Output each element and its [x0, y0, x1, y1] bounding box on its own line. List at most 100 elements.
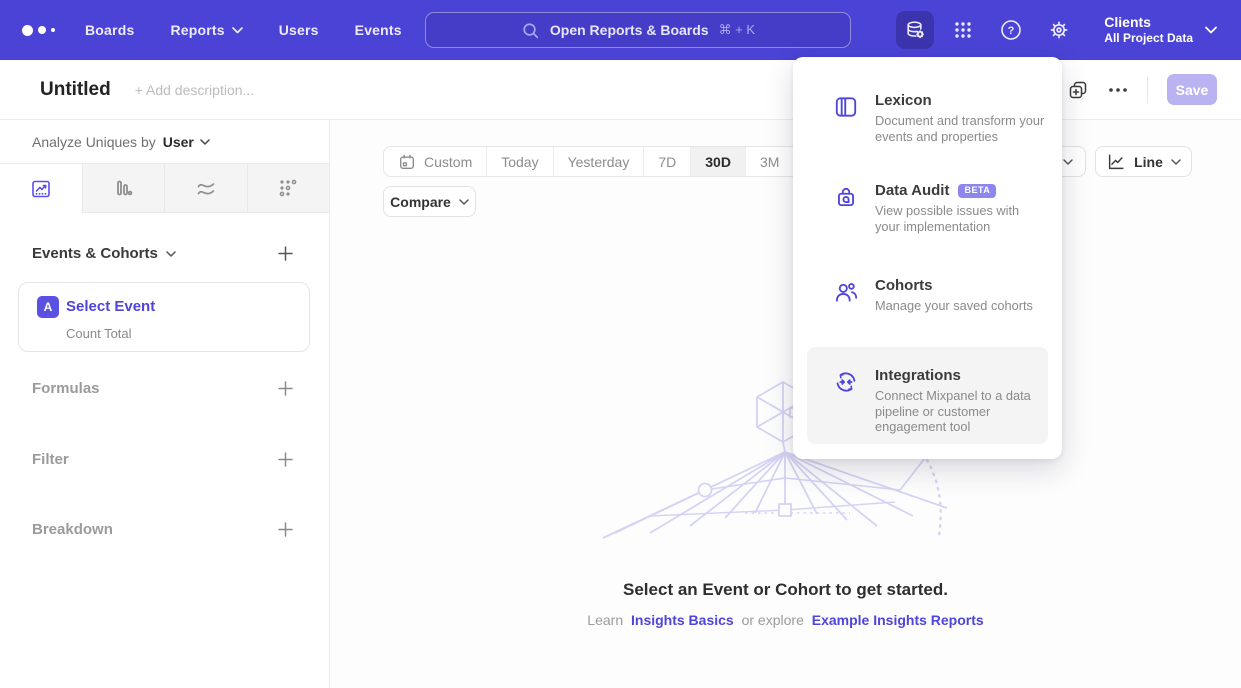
chevron-down-icon — [166, 251, 176, 257]
nav-item-users[interactable]: Users — [279, 22, 319, 38]
empty-state-title: Select an Event or Cohort to get started… — [330, 580, 1241, 600]
analyze-row: Analyze Uniques by User — [0, 120, 329, 164]
count-total-label[interactable]: Count Total — [66, 326, 132, 341]
save-button[interactable]: Save — [1167, 74, 1217, 105]
settings-button[interactable] — [1040, 11, 1078, 49]
nav-links: Boards Reports Users Events — [85, 22, 402, 38]
chevron-down-icon — [1205, 26, 1217, 34]
nav-item-events[interactable]: Events — [355, 22, 402, 38]
cohorts-people-icon — [833, 279, 859, 305]
data-management-button[interactable] — [896, 11, 934, 49]
add-formula-button[interactable] — [278, 381, 293, 396]
database-gear-icon — [903, 18, 927, 42]
menu-item-title: Data Audit BETA — [875, 182, 996, 199]
filter-label: Filter — [32, 451, 69, 468]
plus-icon — [278, 522, 293, 537]
more-ellipsis-icon — [1108, 87, 1128, 93]
menu-item-description: Manage your saved cohorts — [875, 298, 1047, 314]
more-options-button[interactable] — [1108, 87, 1128, 93]
search-icon — [521, 21, 540, 40]
chevron-down-icon — [232, 27, 243, 34]
tab-insights-line[interactable] — [0, 164, 82, 213]
help-icon: ? — [999, 18, 1023, 42]
date-range-7d[interactable]: 7D — [643, 147, 690, 176]
nav-right-cluster: ? Clients All Project Data — [896, 0, 1241, 60]
add-description[interactable]: + Add description... — [135, 82, 254, 98]
add-breakdown-button[interactable] — [278, 522, 293, 537]
calendar-icon — [398, 153, 416, 171]
compare-dropdown[interactable]: Compare — [383, 186, 476, 217]
search-placeholder: Open Reports & Boards — [550, 22, 709, 38]
line-chart-icon — [1106, 152, 1126, 172]
insights-basics-link[interactable]: Insights Basics — [631, 612, 734, 628]
chart-type-dropdown[interactable]: Line — [1095, 146, 1192, 177]
report-title[interactable]: Untitled — [40, 79, 111, 101]
formulas-section: Formulas — [32, 380, 293, 397]
apps-grid-button[interactable] — [944, 11, 982, 49]
search-input[interactable]: Open Reports & Boards ⌘ + K — [425, 12, 851, 48]
analyze-label: Analyze Uniques by — [32, 134, 156, 150]
date-range-today[interactable]: Today — [486, 147, 552, 176]
nav-item-boards[interactable]: Boards — [85, 22, 134, 38]
add-filter-button[interactable] — [278, 452, 293, 467]
query-sidebar: Analyze Uniques by User — [0, 120, 330, 688]
metrics-dots-icon — [277, 177, 299, 199]
chevron-down-icon — [1171, 159, 1181, 165]
empty-state-links: Learn Insights Basics or explore Example… — [330, 612, 1241, 628]
breakdown-label: Breakdown — [32, 521, 113, 538]
learn-prefix: Learn — [587, 612, 623, 628]
data-management-menu: Lexicon Document and transform your even… — [793, 57, 1062, 459]
project-scope: All Project Data — [1104, 31, 1193, 46]
events-cohorts-header: Events & Cohorts — [32, 245, 293, 262]
tab-flow-chart[interactable] — [164, 164, 247, 213]
date-range-custom[interactable]: Custom — [384, 147, 486, 176]
analyze-unit-dropdown[interactable]: User — [163, 134, 210, 150]
menu-item-title: Integrations — [875, 367, 961, 384]
event-series-badge: A — [37, 296, 59, 318]
visualization-tabs — [0, 164, 329, 213]
menu-item-title: Cohorts — [875, 277, 933, 294]
tab-bar-chart[interactable] — [82, 164, 165, 213]
chevron-down-icon — [1063, 159, 1073, 165]
data-audit-lock-icon — [833, 184, 859, 210]
or-explore-text: or explore — [742, 612, 804, 628]
main-canvas: Custom Today Yesterday 7D 30D 3M 6M Comp… — [330, 120, 1241, 688]
events-cohorts-toggle[interactable]: Events & Cohorts — [32, 245, 176, 262]
help-button[interactable]: ? — [992, 11, 1030, 49]
apps-grid-icon — [952, 19, 974, 41]
breakdown-section: Breakdown — [32, 521, 293, 538]
beta-badge: BETA — [958, 184, 996, 198]
menu-item-description: View possible issues with your implement… — [875, 203, 1047, 234]
date-range-control: Custom Today Yesterday 7D 30D 3M 6M — [383, 146, 843, 177]
date-range-3m[interactable]: 3M — [745, 147, 793, 176]
mixpanel-logo[interactable] — [22, 25, 55, 36]
menu-item-title: Lexicon — [875, 92, 932, 109]
integrations-sync-icon — [833, 369, 859, 395]
example-insights-reports-link[interactable]: Example Insights Reports — [812, 612, 984, 628]
chevron-down-icon — [459, 199, 469, 205]
date-range-yesterday[interactable]: Yesterday — [553, 147, 644, 176]
menu-item-description: Document and transform your events and p… — [875, 113, 1047, 144]
duplicate-icon — [1067, 79, 1089, 101]
date-range-30d[interactable]: 30D — [690, 147, 745, 176]
header-divider — [1147, 77, 1148, 103]
event-row-card[interactable]: A Select Event Count Total — [18, 282, 310, 352]
project-switcher[interactable]: Clients All Project Data — [1104, 14, 1217, 47]
menu-item-description: Connect Mixpanel to a data pipeline or c… — [875, 388, 1047, 435]
select-event-label[interactable]: Select Event — [66, 298, 155, 315]
formulas-label: Formulas — [32, 380, 100, 397]
project-name: Clients — [1104, 14, 1193, 32]
tab-metrics[interactable] — [247, 164, 330, 213]
flow-waves-icon — [195, 177, 217, 199]
svg-text:?: ? — [1008, 25, 1015, 37]
nav-item-reports[interactable]: Reports — [170, 22, 242, 38]
plus-icon — [278, 381, 293, 396]
add-event-button[interactable] — [278, 246, 293, 261]
chevron-down-icon — [200, 139, 210, 145]
filter-section: Filter — [32, 451, 293, 468]
settings-gear-icon — [1047, 18, 1071, 42]
bar-chart-icon — [112, 177, 134, 199]
duplicate-button[interactable] — [1067, 79, 1089, 101]
search-shortcut: ⌘ + K — [719, 22, 756, 38]
plus-icon — [278, 246, 293, 261]
